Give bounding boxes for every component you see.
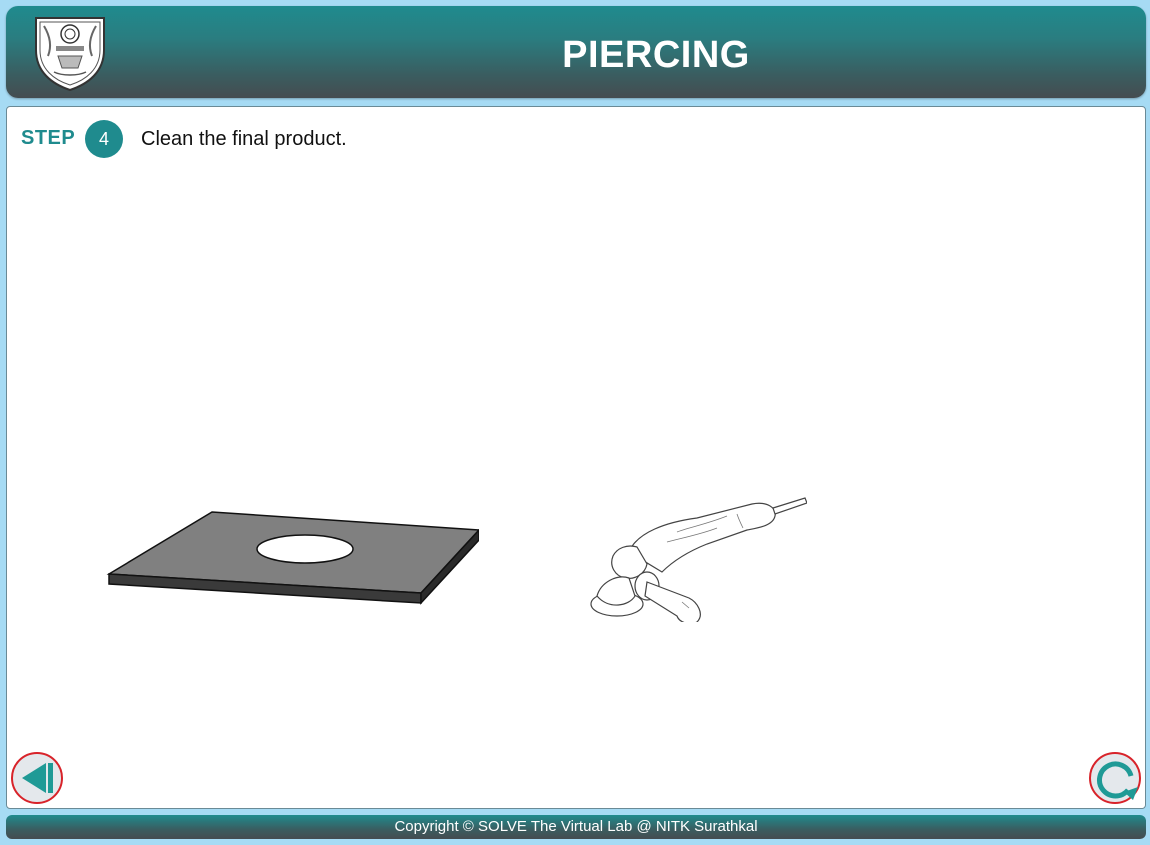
header-bar: PIERCING [6,6,1146,98]
angle-grinder-image[interactable] [577,492,807,622]
step-number-badge: 4 [85,120,123,158]
page-title: PIERCING [562,34,750,76]
pierced-plate-image[interactable] [99,507,479,607]
replay-button[interactable] [1089,752,1141,804]
back-button[interactable] [11,752,63,804]
replay-icon [1097,761,1138,800]
footer-copyright: Copyright © SOLVE The Virtual Lab @ NITK… [6,815,1146,839]
step-instruction: Clean the final product. [141,128,347,150]
main-content-panel: STEP 4 Clean the final product. [6,106,1146,809]
previous-icon [22,763,53,793]
step-label: STEP [21,127,76,149]
